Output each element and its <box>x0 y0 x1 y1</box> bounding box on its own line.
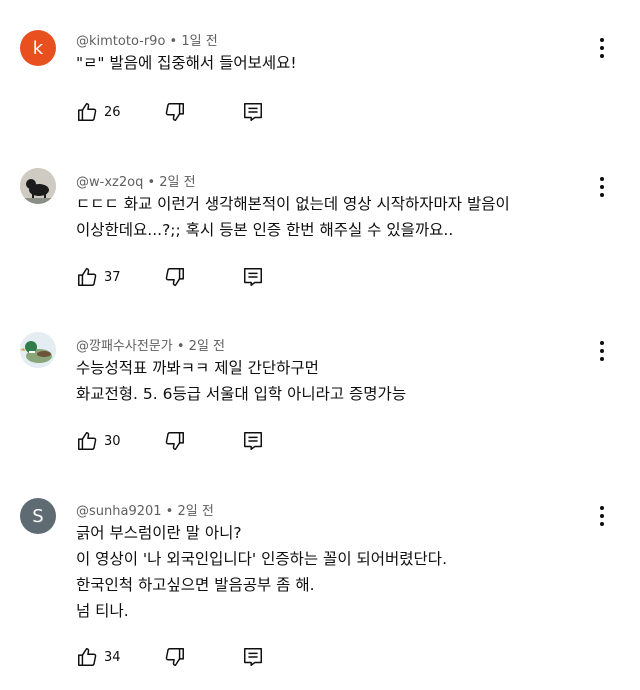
comment-item: S @sunha9201 • 2일 전 긁어 부스럼이란 말 아니? 이 영상이… <box>0 0 640 690</box>
dislike-button[interactable] <box>164 645 186 669</box>
like-count: 34 <box>104 649 121 665</box>
reply-button[interactable] <box>242 645 264 669</box>
comment-time[interactable]: 2일 전 <box>177 504 213 519</box>
avatar[interactable]: S <box>20 498 56 534</box>
comment-line: 한국인척 하고싶으면 발음공부 좀 해. <box>76 576 315 594</box>
meta-separator: • <box>161 504 178 519</box>
dislike-icon <box>164 646 186 668</box>
comment-line: 넘 티나. <box>76 602 129 620</box>
reply-icon <box>242 646 264 668</box>
comment-line: 긁어 부스럼이란 말 아니? <box>76 524 242 542</box>
comment-actions: 34 <box>76 645 276 669</box>
comment-text: 긁어 부스럼이란 말 아니? 이 영상이 '나 외국인입니다' 인증하는 꼴이 … <box>76 520 447 624</box>
more-icon[interactable] <box>592 504 612 528</box>
like-button[interactable]: 34 <box>76 645 121 669</box>
like-icon <box>76 646 98 668</box>
comment-author[interactable]: @sunha9201 <box>76 504 162 519</box>
avatar-letter: S <box>32 505 44 527</box>
comment-line: 이 영상이 '나 외국인입니다' 인증하는 꼴이 되어버렸단다. <box>76 550 447 568</box>
comment-meta: @sunha9201 • 2일 전 <box>76 500 214 519</box>
